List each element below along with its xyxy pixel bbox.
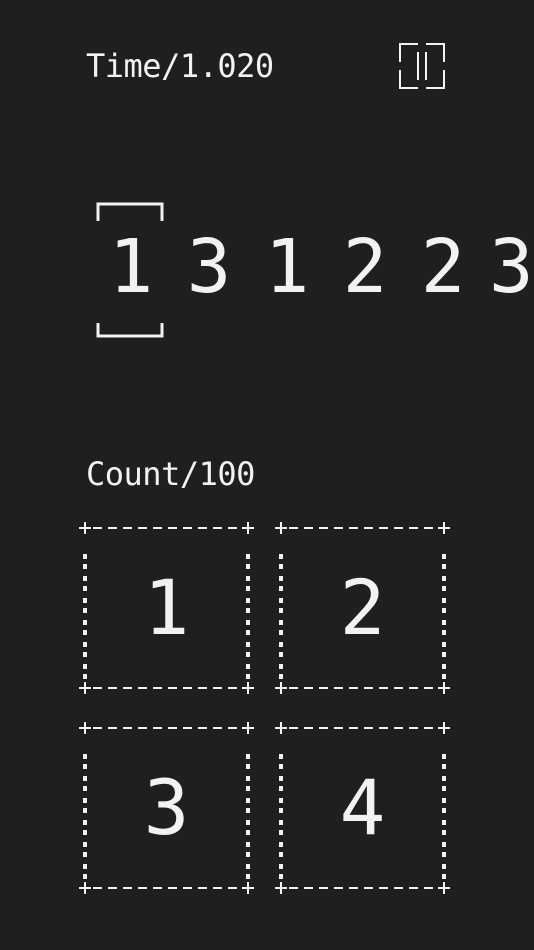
pad-button-1[interactable]: 1 [79, 522, 254, 694]
pad-label: 2 [339, 563, 386, 652]
sequence-digit-current: 1 [108, 224, 154, 310]
pad-label: 1 [143, 563, 190, 652]
pad-label: 4 [339, 763, 386, 852]
pause-icon [399, 43, 445, 89]
number-sequence: 1 3 1 2 2 3 [0, 195, 534, 345]
sequence-digit: 2 [342, 224, 388, 310]
sequence-digit: 3 [186, 224, 232, 310]
time-display: Time/1.020 [86, 47, 274, 85]
pause-button[interactable] [399, 43, 445, 89]
pad-label: 3 [143, 763, 190, 852]
sequence-digit: 3 [489, 224, 534, 310]
count-display: Count/100 [86, 455, 255, 493]
sequence-digit: 2 [420, 224, 466, 310]
pad-button-2[interactable]: 2 [275, 522, 450, 694]
pad-button-4[interactable]: 4 [275, 722, 450, 894]
sequence-digit: 1 [264, 224, 310, 310]
pad-button-3[interactable]: 3 [79, 722, 254, 894]
